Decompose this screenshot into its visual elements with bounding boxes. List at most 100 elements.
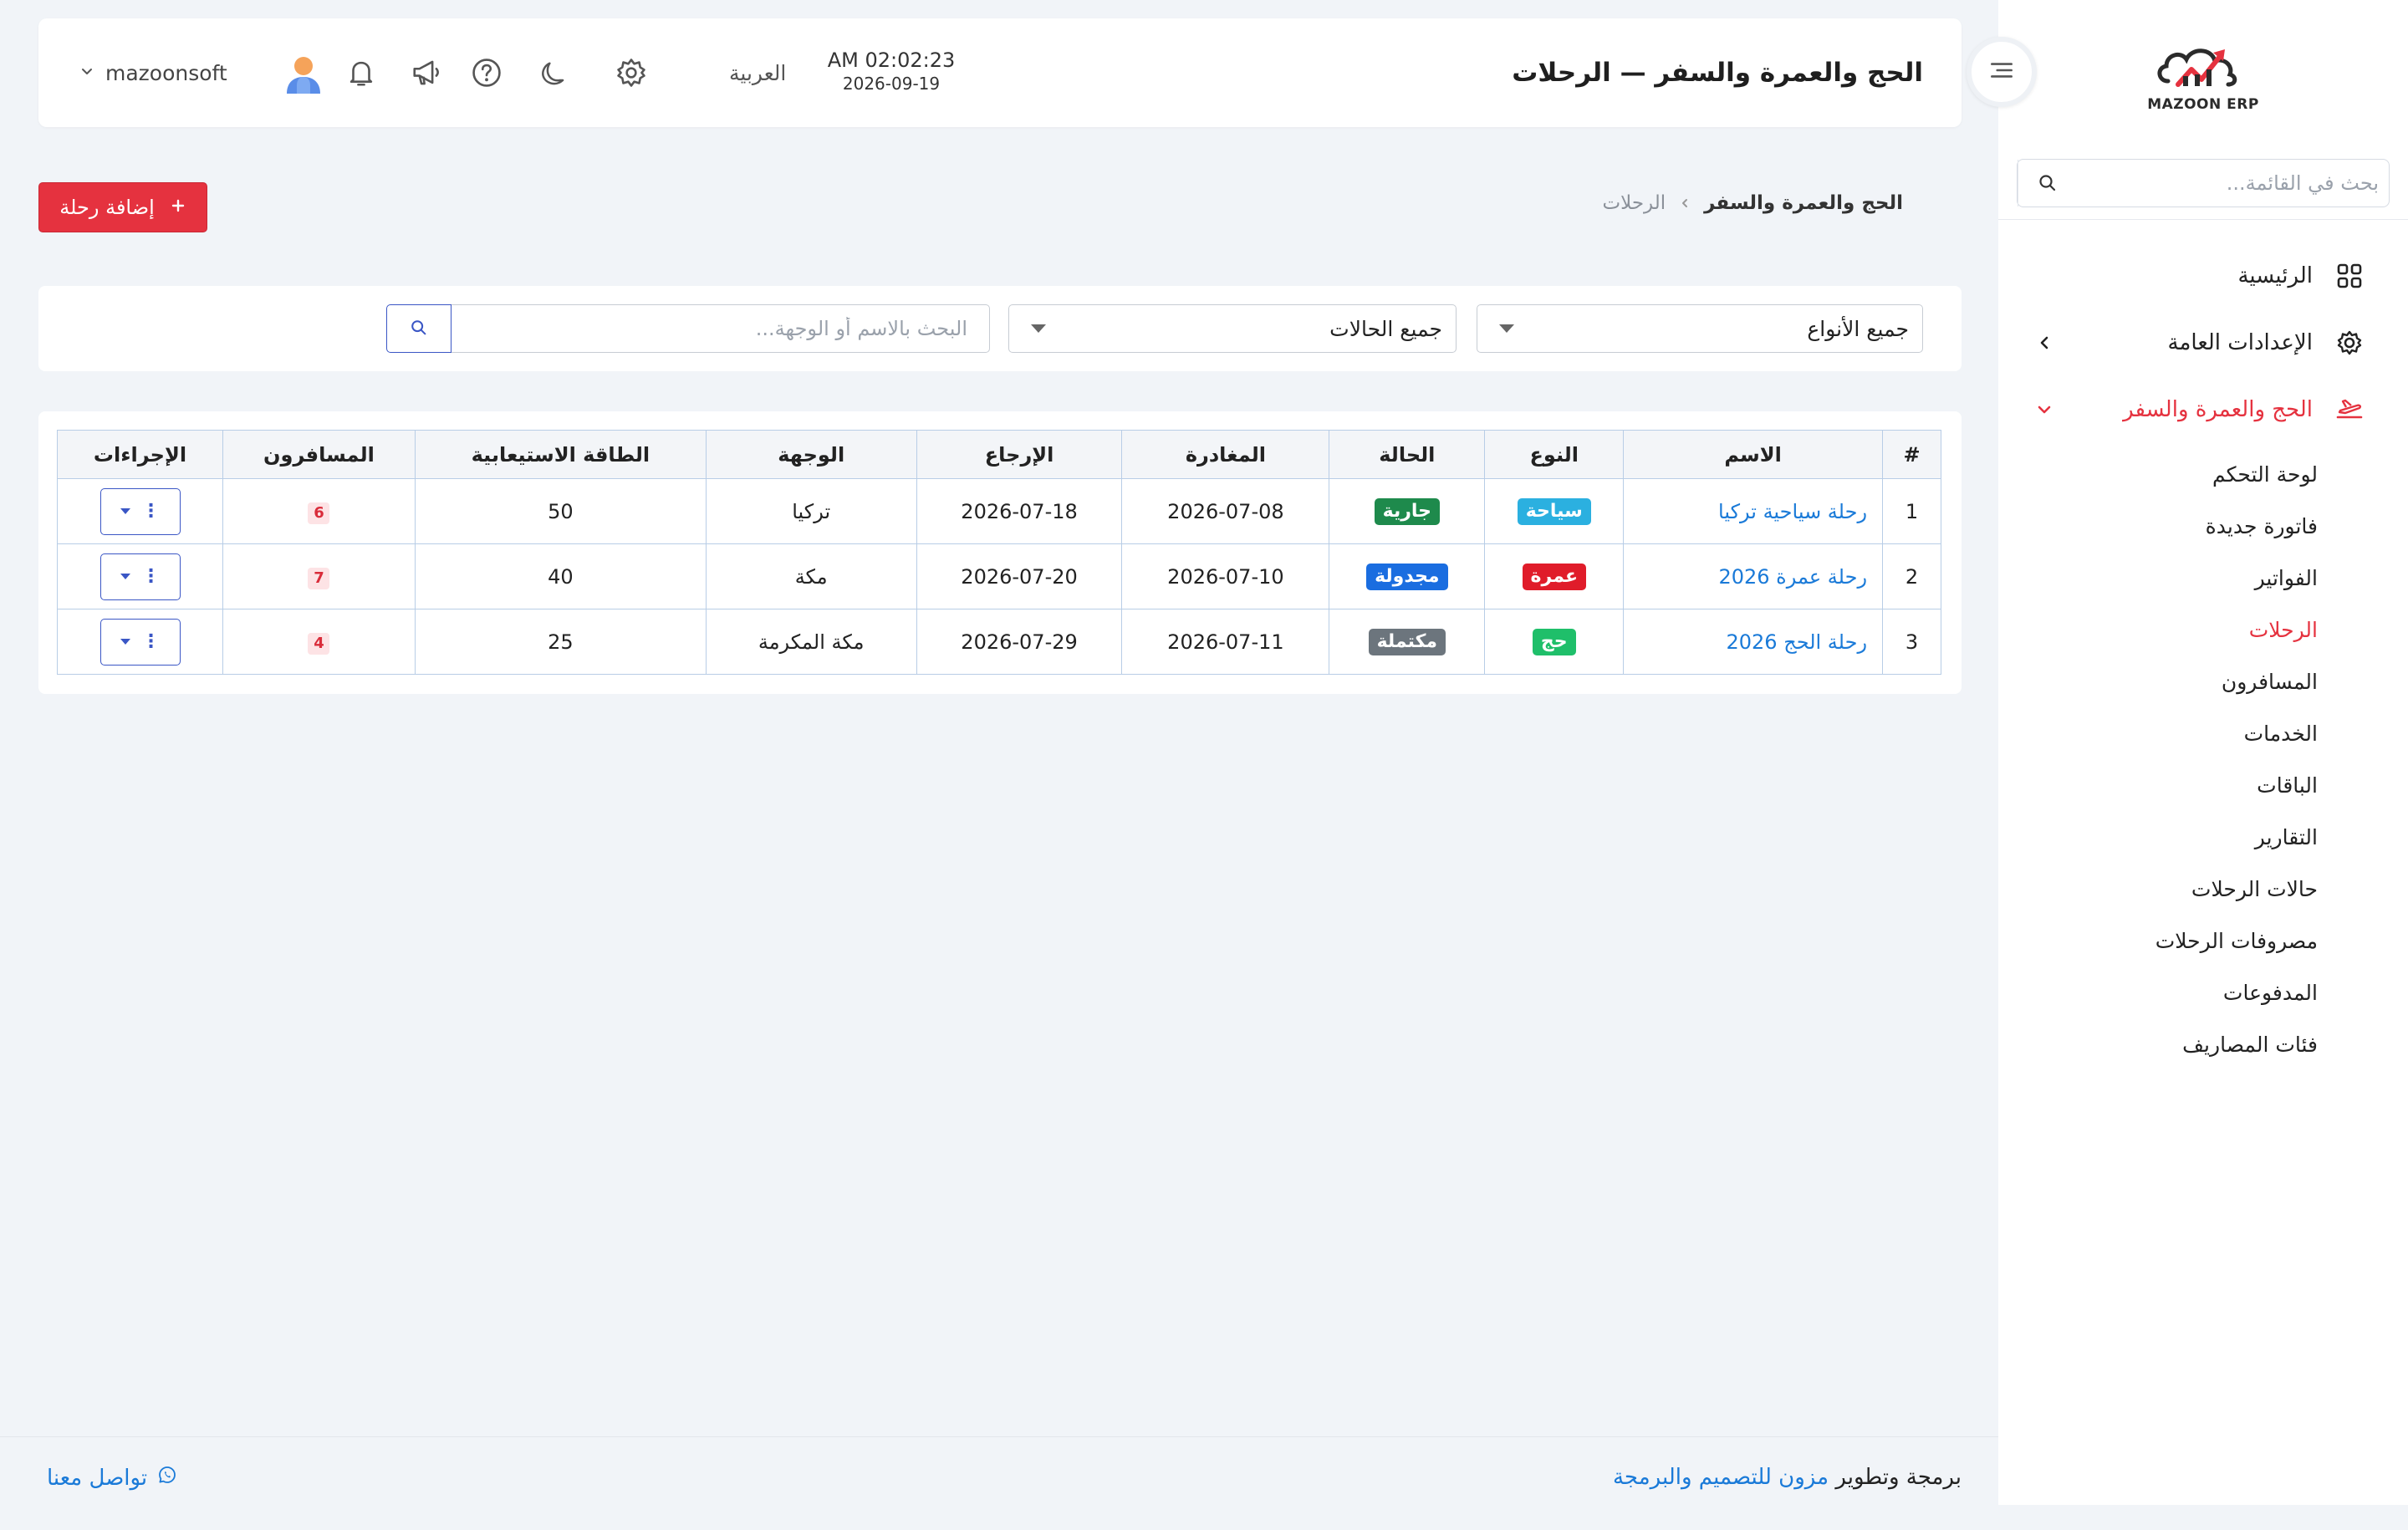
sidebar-subitem-packages[interactable]: الباقات [1998,759,2408,811]
col-header-status[interactable]: الحالة [1329,430,1486,479]
avatar[interactable] [283,54,324,95]
trips-table-card: # الاسم النوع الحالة المغادرة الإرجاع ال… [38,411,1962,694]
sidebar-item-home[interactable]: الرئيسية [1998,242,2408,309]
row-actions-button[interactable]: ⋮ [99,618,181,666]
clock-date: 2026-09-19 [842,74,941,94]
chevron-down-icon [80,64,94,82]
status-select[interactable]: جميع الحالات [1008,304,1457,353]
sidebar-subitem-trip-expenses[interactable]: مصروفات الرحلات [1998,915,2408,966]
travelers-count-badge[interactable]: 7 [308,567,330,589]
row-actions-button[interactable]: ⋮ [99,487,181,535]
sidebar-subitem-travelers[interactable]: المسافرون [1998,655,2408,707]
kebab-icon: ⋮ [141,565,161,587]
logo-icon [2157,48,2237,87]
col-header-capacity[interactable]: الطاقة الاستيعابية [414,430,707,479]
language-switcher[interactable]: العربية [729,18,786,127]
col-header-name[interactable]: الاسم [1623,430,1884,479]
sidebar-subitem-services[interactable]: الخدمات [1998,707,2408,759]
sidebar-item-general-settings[interactable]: الإعدادات العامة [1998,309,2408,376]
status-select-value: جميع الحالات [1329,316,1442,341]
sidebar-divider [1998,219,2408,220]
contact-link[interactable]: تواصل معنا [47,1465,177,1491]
megaphone-icon[interactable] [410,56,443,89]
row-actions-button[interactable]: ⋮ [99,553,181,600]
departure-date: 2026-07-10 [1121,543,1330,609]
logo-text: MAZOON ERP [2147,96,2259,113]
col-header-num: # [1882,430,1941,479]
search-icon[interactable] [2018,160,2076,207]
sidebar-item-hajj-umrah-travel[interactable]: الحج والعمرة والسفر [1998,376,2408,443]
user-name: mazoonsoft [105,60,227,85]
gear-icon[interactable] [615,56,648,89]
travelers-count-badge[interactable]: 6 [308,502,330,524]
search-button[interactable] [386,304,452,353]
status-badge: جارية [1374,497,1441,525]
filter-bar: جميع الأنواع جميع الحالات [38,286,1962,371]
bell-icon[interactable] [344,56,378,89]
sidebar-subitem-reports[interactable]: التقارير [1998,811,2408,863]
col-header-departure[interactable]: المغادرة [1121,430,1330,479]
sidebar-subitem-trips[interactable]: الرحلات [1998,604,2408,655]
kebab-icon: ⋮ [141,500,161,522]
capacity: 50 [414,478,707,544]
caret-down-icon [1031,324,1046,333]
destination: تركيا [705,478,917,544]
row-num: 3 [1882,609,1941,675]
capacity: 40 [414,543,707,609]
app-logo[interactable]: MAZOON ERP [2124,33,2283,117]
row-num: 1 [1882,478,1941,544]
trip-search-input[interactable] [450,304,990,353]
col-header-destination[interactable]: الوجهة [705,430,917,479]
caret-down-icon [120,639,130,645]
type-badge: عمرة [1522,563,1586,590]
sidebar-subitem-payments[interactable]: المدفوعات [1998,966,2408,1018]
sidebar-nav: الرئيسية الإعدادات العامة الحج والعمرة و… [1998,242,2408,1070]
airplane-icon [2334,395,2365,425]
kebab-icon: ⋮ [141,630,161,652]
sidebar-search-input[interactable] [2076,171,2389,195]
table-row: 2 رحلة عمرة 2026 عمرة مجدولة 2026-07-10 … [57,543,1941,609]
trip-name-link[interactable]: رحلة سياحية تركيا [1718,500,1867,523]
trip-name-link[interactable]: رحلة عمرة 2026 [1718,565,1867,589]
sidebar-item-label: الإعدادات العامة [2167,330,2313,355]
breadcrumb-current: الرحلات [1602,192,1666,214]
help-icon[interactable] [470,56,503,89]
table-header-row: # الاسم النوع الحالة المغادرة الإرجاع ال… [57,430,1941,479]
type-select[interactable]: جميع الأنواع [1477,304,1923,353]
breadcrumb-root[interactable]: الحج والعمرة والسفر [1704,192,1903,214]
sidebar-submenu: لوحة التحكم فاتورة جديدة الفواتير الرحلا… [1998,443,2408,1070]
footer-credit-prefix: برمجة وتطوير [1835,1465,1962,1490]
sidebar-item-label: الحج والعمرة والسفر [2123,397,2313,422]
table-row: 1 رحلة سياحية تركيا سياحة جارية 2026-07-… [57,478,1941,544]
whatsapp-icon [157,1465,177,1491]
trip-name-link[interactable]: رحلة الحج 2026 [1727,630,1868,654]
clock-time: AM 02:02:23 [827,48,956,72]
add-trip-button[interactable]: إضافة رحلة [38,182,207,232]
grid-icon [2334,261,2365,291]
add-trip-label: إضافة رحلة [59,196,155,219]
contact-label: تواصل معنا [47,1465,148,1491]
destination: مكة [705,543,917,609]
user-menu[interactable]: mazoonsoft [80,18,227,127]
plus-icon [170,195,186,220]
caret-down-icon [1499,324,1514,333]
col-header-return[interactable]: الإرجاع [916,430,1123,479]
sidebar-subitem-trip-statuses[interactable]: حالات الرحلات [1998,863,2408,915]
table-row: 3 رحلة الحج 2026 حج مكتملة 2026-07-11 20… [57,609,1941,675]
row-num: 2 [1882,543,1941,609]
moon-icon[interactable] [538,56,571,89]
sidebar-subitem-new-invoice[interactable]: فاتورة جديدة [1998,500,2408,552]
sidebar-item-label: الرئيسية [2237,263,2313,288]
col-header-travelers[interactable]: المسافرون [222,430,416,479]
trips-table: # الاسم النوع الحالة المغادرة الإرجاع ال… [57,430,1941,675]
sidebar-subitem-invoices[interactable]: الفواتير [1998,552,2408,604]
status-badge: مجدولة [1366,563,1448,590]
footer-brand-link[interactable]: مزون للتصميم والبرمجة [1613,1465,1829,1490]
sidebar-subitem-expense-categories[interactable]: فئات المصاريف [1998,1018,2408,1070]
travelers-count-badge[interactable]: 4 [308,632,330,655]
sidebar-toggle-button[interactable] [1967,37,2037,107]
clock: AM 02:02:23 2026-09-19 [791,48,992,94]
status-badge: مكتملة [1368,628,1446,655]
col-header-type[interactable]: النوع [1484,430,1625,479]
sidebar-subitem-dashboard[interactable]: لوحة التحكم [1998,448,2408,500]
